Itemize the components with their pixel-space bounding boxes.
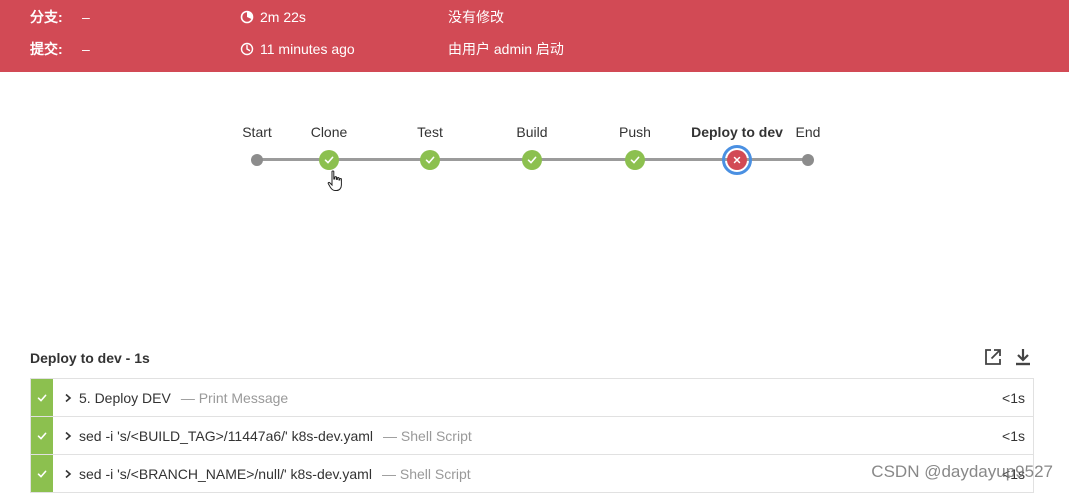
- step-description: — Shell Script: [383, 427, 472, 444]
- timer-icon: [240, 10, 254, 24]
- cross-icon: [733, 156, 741, 164]
- chevron-right-icon[interactable]: [63, 428, 77, 444]
- check-icon: [37, 394, 47, 402]
- stage-label-deploy-to-dev[interactable]: Deploy to dev: [691, 124, 783, 140]
- check-icon: [527, 156, 537, 164]
- stage-label-end[interactable]: End: [796, 124, 821, 140]
- external-link-icon[interactable]: [983, 347, 1003, 367]
- stage-node-push[interactable]: [625, 150, 645, 170]
- check-icon: [37, 432, 47, 440]
- stage-node-clone[interactable]: [319, 150, 339, 170]
- download-icon[interactable]: [1013, 347, 1033, 367]
- commit-value: –: [82, 41, 90, 57]
- step-status-success: [31, 417, 53, 454]
- check-icon: [324, 156, 334, 164]
- stage-steps-title: Deploy to dev - 1s: [30, 350, 150, 366]
- step-name: sed -i 's/<BUILD_TAG>/11447a6/' k8s-dev.…: [79, 427, 374, 444]
- commit-label: 提交:: [30, 41, 63, 57]
- pipeline-graph: Start Clone Test Build Push Deploy to dev End: [0, 110, 1069, 200]
- check-icon: [630, 156, 640, 164]
- check-icon: [37, 470, 47, 478]
- step-row[interactable]: sed -i 's/<BRANCH_NAME>/null/' k8s-dev.y…: [30, 455, 1034, 493]
- hand-cursor-icon: [327, 170, 342, 191]
- stage-label-test[interactable]: Test: [417, 124, 443, 140]
- branch-value: –: [82, 9, 90, 25]
- stage-node-end[interactable]: [802, 154, 814, 166]
- run-header: 分支: – 2m 22s 没有修改 提交: – 11 minutes ago 由…: [0, 0, 1069, 72]
- header-row-commit: 提交: – 11 minutes ago 由用户 admin 启动: [0, 39, 1069, 59]
- step-row[interactable]: 5. Deploy DEV — Print Message <1s: [30, 378, 1034, 417]
- chevron-right-icon[interactable]: [63, 390, 77, 406]
- duration-value: 2m 22s: [260, 9, 306, 25]
- chevron-right-icon[interactable]: [63, 466, 77, 482]
- stage-node-deploy-to-dev[interactable]: [727, 150, 747, 170]
- clock-icon: [240, 42, 254, 56]
- step-duration: <1s: [1002, 427, 1025, 444]
- step-duration: <1s: [1002, 465, 1025, 482]
- check-icon: [425, 156, 435, 164]
- started-time: 11 minutes ago: [240, 39, 355, 59]
- header-row-branch: 分支: – 2m 22s 没有修改: [0, 7, 1069, 27]
- step-list: 5. Deploy DEV — Print Message <1s sed -i 's…: [30, 378, 1034, 493]
- step-status-success: [31, 455, 53, 492]
- stage-label-push[interactable]: Push: [619, 124, 651, 140]
- branch-label: 分支:: [30, 9, 63, 25]
- step-duration: <1s: [1002, 389, 1025, 406]
- step-name: sed -i 's/<BRANCH_NAME>/null/' k8s-dev.y…: [79, 465, 372, 482]
- stage-label-clone[interactable]: Clone: [311, 124, 348, 140]
- stage-label-start[interactable]: Start: [242, 124, 272, 140]
- started-by: 由用户 admin 启动: [448, 41, 564, 57]
- stage-node-start[interactable]: [251, 154, 263, 166]
- step-name: 5. Deploy DEV: [79, 389, 171, 406]
- step-status-success: [31, 379, 53, 416]
- stage-node-build[interactable]: [522, 150, 542, 170]
- stage-node-test[interactable]: [420, 150, 440, 170]
- started-ago: 11 minutes ago: [260, 41, 355, 57]
- stage-actions: [983, 347, 1033, 367]
- changes-status: 没有修改: [448, 9, 504, 25]
- step-description: — Shell Script: [381, 465, 471, 482]
- stage-label-build[interactable]: Build: [516, 124, 547, 140]
- step-description: — Print Message: [180, 389, 289, 406]
- step-row[interactable]: sed -i 's/<BUILD_TAG>/11447a6/' k8s-dev.…: [30, 417, 1034, 455]
- duration: 2m 22s: [240, 7, 306, 27]
